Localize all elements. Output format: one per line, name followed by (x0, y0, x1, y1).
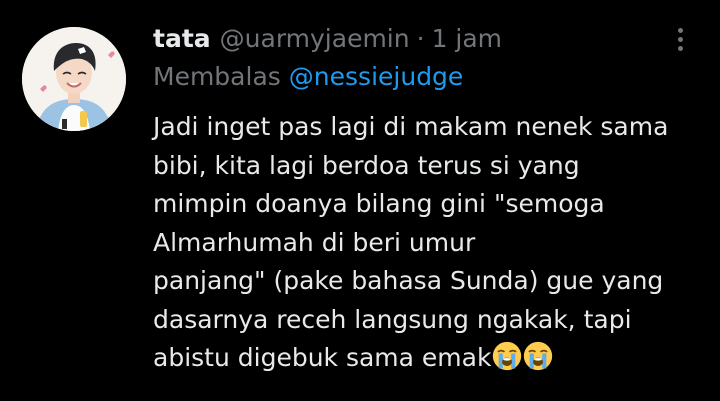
tweet-text-line: Jadi inget pas lagi di makam nenek sama (153, 112, 669, 141)
reply-context: Membalas @nessiejudge (153, 62, 463, 91)
display-name[interactable]: tata (153, 24, 211, 53)
tweet-text-line: abistu digebuk sama emak (153, 343, 492, 372)
avatar[interactable] (22, 27, 126, 131)
tweet-text-line: bibi, kita lagi berdoa terus si yang (153, 150, 580, 180)
tweet-text-line-last: abistu digebuk sama emak (153, 339, 713, 378)
avatar-image (22, 27, 126, 131)
reply-prefix: Membalas (153, 62, 281, 91)
more-dot (677, 45, 683, 51)
tweet-text: Jadi inget pas lagi di makam nenek sama … (153, 108, 713, 378)
tweet-text-line: Almarhumah di beri umur (153, 227, 476, 257)
tweet-card[interactable]: tata @uarmyjaemin · 1 jam Membalas @nessi… (0, 0, 720, 401)
loudly-crying-face-emoji (524, 341, 553, 371)
tweet-header: tata @uarmyjaemin · 1 jam (153, 20, 502, 56)
more-options-icon[interactable] (664, 23, 696, 55)
reply-mention-link[interactable]: @nessiejudge (289, 62, 464, 91)
separator-dot: · (416, 23, 425, 53)
timestamp[interactable]: 1 jam (432, 24, 502, 53)
more-dot (677, 36, 683, 42)
tweet-text-line: mimpin doanya bilang gini "semoga (153, 189, 605, 218)
tweet-text-line: dasarnya receh langsung ngakak, tapi (153, 304, 632, 334)
more-dot (677, 27, 683, 33)
user-handle[interactable]: @uarmyjaemin (220, 24, 410, 53)
loudly-crying-face-emoji (493, 341, 522, 371)
tweet-text-line: panjang" (pake bahasa Sunda) gue yang (153, 266, 664, 295)
